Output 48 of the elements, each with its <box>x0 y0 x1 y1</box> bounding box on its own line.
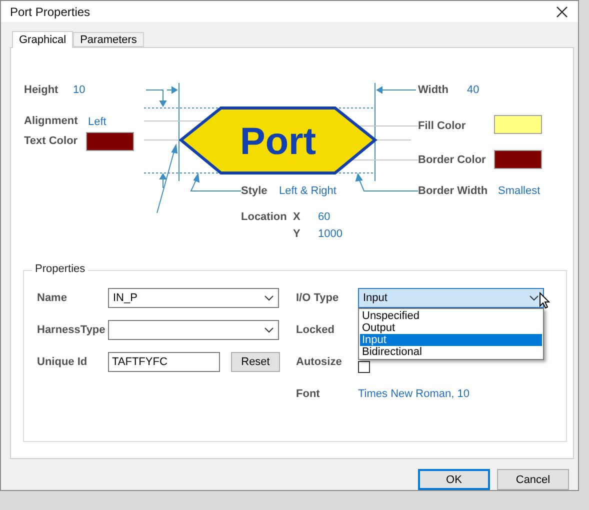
field-label: Location <box>241 210 287 225</box>
reset-button[interactable]: Reset <box>231 352 280 372</box>
name-dropdown[interactable]: IN_P <box>108 288 279 308</box>
field-label: Font <box>296 388 321 400</box>
field-label: Border Color <box>418 153 486 168</box>
field-label: Alignment <box>24 114 78 129</box>
field-label: X <box>293 210 300 225</box>
window-title: Port Properties <box>10 4 90 18</box>
close-icon <box>556 6 568 18</box>
chevron-down-icon <box>529 295 539 301</box>
field-label: Unique Id <box>37 356 88 368</box>
font-link[interactable]: Times New Roman, 10 <box>358 388 470 400</box>
field-label: Y <box>293 227 300 242</box>
input-field[interactable]: TAFTFYFC <box>108 352 220 372</box>
field-label: Autosize <box>296 356 343 368</box>
field-value: 1000 <box>318 227 342 242</box>
field-label: Fill Color <box>418 119 466 134</box>
close-button[interactable] <box>554 4 570 20</box>
field-label: Border Width <box>418 184 488 199</box>
chevron-down-icon <box>264 295 274 301</box>
group-title: Properties <box>32 263 88 275</box>
checkbox[interactable] <box>358 361 370 373</box>
harness-type-dropdown[interactable] <box>108 320 279 340</box>
io-type-dropdown[interactable]: Input <box>358 288 544 308</box>
field-value: Left & Right <box>279 184 336 199</box>
field-label: Name <box>37 292 68 304</box>
field-label: Text Color <box>24 134 78 149</box>
color-swatch[interactable] <box>494 150 542 169</box>
chevron-down-icon <box>264 327 274 333</box>
tab[interactable]: Graphical <box>12 31 74 48</box>
field-value: 40 <box>467 83 480 98</box>
field-value: 10 <box>73 83 86 98</box>
field-label: Height <box>24 83 58 98</box>
field-label: I/O Type <box>296 292 340 304</box>
tab[interactable]: Parameters <box>73 32 144 47</box>
dropdown-option[interactable]: Input <box>360 334 542 346</box>
dialog-button[interactable]: Cancel <box>497 469 569 490</box>
field-label: Style <box>241 184 268 199</box>
field-value: Smallest <box>498 184 540 199</box>
dialog-button[interactable]: OK <box>418 469 490 490</box>
field-label: Width <box>418 83 448 98</box>
field-label: Locked <box>296 324 336 336</box>
port-label: Port <box>240 121 316 163</box>
field-value: 60 <box>318 210 330 225</box>
color-swatch[interactable] <box>494 115 542 134</box>
color-swatch[interactable] <box>86 132 134 151</box>
field-value: Left <box>88 115 106 130</box>
field-label: HarnessType <box>37 324 106 336</box>
